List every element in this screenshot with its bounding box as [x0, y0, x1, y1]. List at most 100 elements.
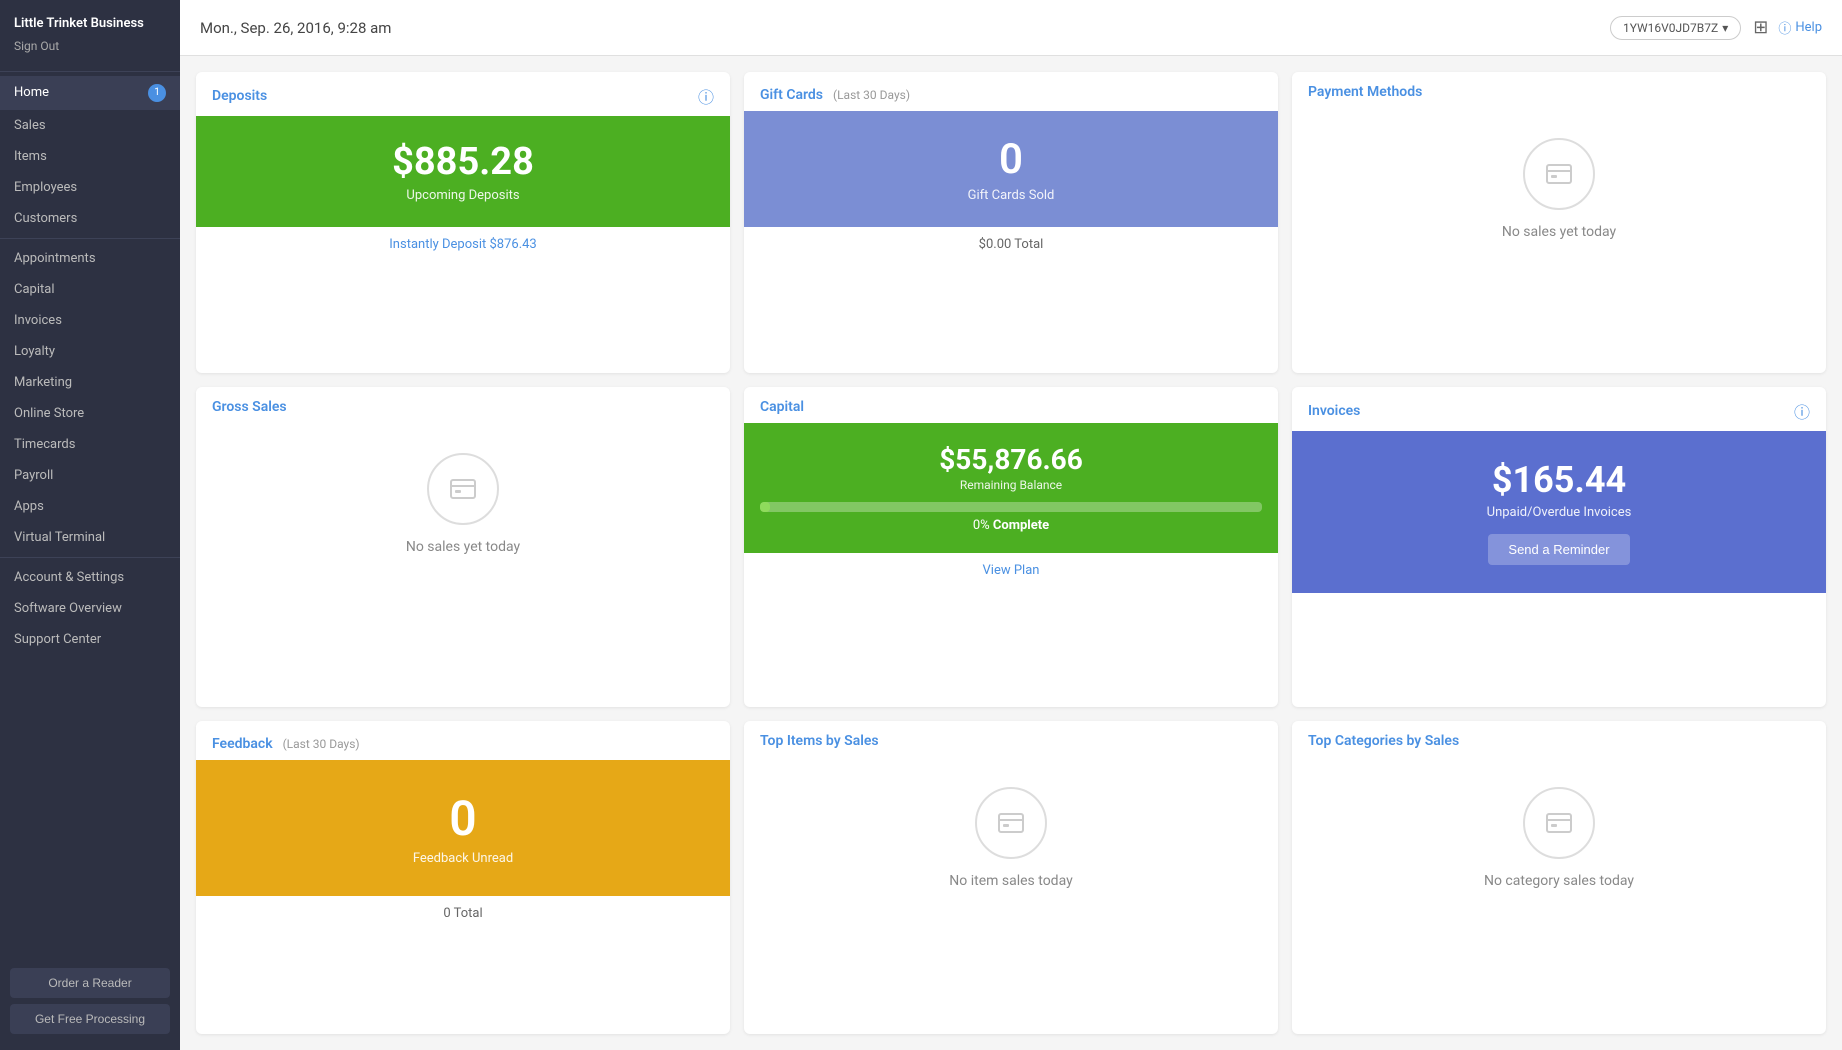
- gift-cards-card: Gift Cards (Last 30 Days) 0 Gift Cards S…: [744, 72, 1278, 373]
- sidebar-item-timecards[interactable]: Timecards: [0, 429, 180, 460]
- top-items-title: Top Items by Sales: [760, 733, 879, 749]
- payment-methods-header: Payment Methods: [1292, 72, 1826, 108]
- top-items-no-sales: No item sales today: [744, 757, 1278, 919]
- top-categories-no-sales-text: No category sales today: [1484, 873, 1634, 889]
- gross-sales-card: Gross Sales No sales yet today: [196, 387, 730, 708]
- capital-card-header: Capital: [744, 387, 1278, 423]
- sidebar-item-label: Marketing: [14, 375, 72, 390]
- capital-view-plan-link[interactable]: View Plan: [744, 553, 1278, 588]
- sidebar-item-label: Payroll: [14, 468, 53, 483]
- device-id: 1YW16V0JD7B7Z: [1623, 21, 1718, 35]
- sidebar-item-label: Appointments: [14, 251, 96, 266]
- invoices-card: Invoices ⓘ $165.44 Unpaid/Overdue Invoic…: [1292, 387, 1826, 708]
- sidebar-item-home[interactable]: Home 1: [0, 76, 180, 110]
- sidebar-item-capital[interactable]: Capital: [0, 274, 180, 305]
- sidebar-item-marketing[interactable]: Marketing: [0, 367, 180, 398]
- gift-cards-header: Gift Cards (Last 30 Days): [744, 72, 1278, 111]
- grid-icon[interactable]: ⊞: [1753, 17, 1768, 38]
- sidebar-item-employees[interactable]: Employees: [0, 172, 180, 203]
- sidebar-item-label: Virtual Terminal: [14, 530, 105, 545]
- sidebar-bottom: Order a Reader Get Free Processing: [0, 958, 180, 1050]
- sidebar-item-software-overview[interactable]: Software Overview: [0, 593, 180, 624]
- header-right: 1YW16V0JD7B7Z ▾ ⊞ ⓘ Help: [1610, 16, 1822, 40]
- sidebar-item-online-store[interactable]: Online Store: [0, 398, 180, 429]
- feedback-total: 0 Total: [196, 896, 730, 931]
- feedback-subtitle: (Last 30 Days): [283, 737, 360, 751]
- sidebar-item-label: Employees: [14, 180, 77, 195]
- sidebar-item-loyalty[interactable]: Loyalty: [0, 336, 180, 367]
- sign-out-link[interactable]: Sign Out: [0, 39, 180, 67]
- feedback-yellow-block: 0 Feedback Unread: [196, 760, 730, 896]
- top-categories-card: Top Categories by Sales No category sale…: [1292, 721, 1826, 1034]
- gross-sales-title: Gross Sales: [212, 399, 287, 415]
- gift-cards-title: Gift Cards (Last 30 Days): [760, 84, 910, 103]
- invoices-blue-block: $165.44 Unpaid/Overdue Invoices Send a R…: [1292, 431, 1826, 593]
- sidebar-item-support-center[interactable]: Support Center: [0, 624, 180, 655]
- capital-complete-label: Complete: [993, 518, 1049, 533]
- home-badge: 1: [148, 84, 166, 102]
- deposits-info-icon[interactable]: ⓘ: [698, 84, 714, 108]
- top-categories-header: Top Categories by Sales: [1292, 721, 1826, 757]
- top-categories-no-sales: No category sales today: [1292, 757, 1826, 919]
- sidebar-item-virtual-terminal[interactable]: Virtual Terminal: [0, 522, 180, 553]
- sidebar-brand: Little Trinket Business: [0, 0, 180, 39]
- send-reminder-button[interactable]: Send a Reminder: [1488, 534, 1629, 565]
- capital-title: Capital: [760, 399, 804, 415]
- header-date: Mon., Sep. 26, 2016, 9:28 am: [200, 19, 391, 37]
- order-reader-button[interactable]: Order a Reader: [10, 968, 170, 998]
- payment-methods-no-sales-text: No sales yet today: [1502, 224, 1616, 240]
- deposits-card: Deposits ⓘ $885.28 Upcoming Deposits Ins…: [196, 72, 730, 373]
- sidebar-item-invoices[interactable]: Invoices: [0, 305, 180, 336]
- sidebar-item-appointments[interactable]: Appointments: [0, 243, 180, 274]
- deposits-card-header: Deposits ⓘ: [196, 72, 730, 116]
- feedback-label: Feedback Unread: [212, 851, 714, 866]
- payment-methods-title: Payment Methods: [1308, 84, 1422, 100]
- sidebar-item-account-settings[interactable]: Account & Settings: [0, 562, 180, 593]
- capital-card: Capital $55,876.66 Remaining Balance 0% …: [744, 387, 1278, 708]
- sidebar-item-items[interactable]: Items: [0, 141, 180, 172]
- capital-label: Remaining Balance: [760, 478, 1262, 492]
- feedback-title: Feedback: [212, 736, 273, 752]
- sidebar-item-payroll[interactable]: Payroll: [0, 460, 180, 491]
- sidebar-item-label: Apps: [14, 499, 44, 514]
- gift-cards-total: $0.00 Total: [744, 227, 1278, 262]
- free-processing-button[interactable]: Get Free Processing: [10, 1004, 170, 1034]
- help-button[interactable]: ⓘ Help: [1778, 18, 1822, 37]
- top-categories-title: Top Categories by Sales: [1308, 733, 1459, 749]
- gift-cards-label: Gift Cards Sold: [760, 188, 1262, 203]
- capital-amount: $55,876.66: [760, 443, 1262, 476]
- sidebar-item-label: Invoices: [14, 313, 62, 328]
- capital-pct: 0%: [973, 518, 990, 533]
- feedback-title-group: Feedback (Last 30 Days): [212, 733, 360, 752]
- sidebar-item-label: Account & Settings: [14, 570, 124, 585]
- device-selector[interactable]: 1YW16V0JD7B7Z ▾: [1610, 16, 1741, 40]
- main-content: Mon., Sep. 26, 2016, 9:28 am 1YW16V0JD7B…: [180, 0, 1842, 1050]
- deposits-amount: $885.28: [212, 140, 714, 184]
- help-circle-icon: ⓘ: [1778, 18, 1791, 37]
- invoices-amount: $165.44: [1308, 459, 1810, 501]
- sidebar-item-apps[interactable]: Apps: [0, 491, 180, 522]
- top-categories-placeholder-icon: [1523, 787, 1595, 859]
- chevron-down-icon: ▾: [1722, 21, 1728, 35]
- capital-green-block: $55,876.66 Remaining Balance 0% Complete: [744, 423, 1278, 553]
- deposits-title: Deposits: [212, 88, 267, 104]
- sidebar-item-label: Home: [14, 85, 49, 100]
- top-items-header: Top Items by Sales: [744, 721, 1278, 757]
- gift-cards-subtitle: (Last 30 Days): [833, 88, 910, 102]
- capital-progress-bar: [760, 502, 1262, 512]
- sidebar-item-label: Sales: [14, 118, 46, 133]
- sidebar-item-customers[interactable]: Customers: [0, 203, 180, 234]
- deposits-green-block: $885.28 Upcoming Deposits: [196, 116, 730, 227]
- gross-sales-no-sales: No sales yet today: [196, 423, 730, 585]
- capital-progress-fill: [760, 502, 770, 512]
- invoices-label: Unpaid/Overdue Invoices: [1308, 505, 1810, 520]
- sidebar-item-label: Customers: [14, 211, 77, 226]
- instant-deposit-link[interactable]: Instantly Deposit $876.43: [196, 227, 730, 262]
- header-icons: ⊞ ⓘ Help: [1753, 17, 1822, 38]
- invoices-info-icon[interactable]: ⓘ: [1794, 399, 1810, 423]
- payment-methods-no-sales: No sales yet today: [1292, 108, 1826, 270]
- sidebar-item-label: Loyalty: [14, 344, 55, 359]
- gift-cards-count: 0: [760, 135, 1262, 184]
- payment-methods-placeholder-icon: [1523, 138, 1595, 210]
- sidebar-item-sales[interactable]: Sales: [0, 110, 180, 141]
